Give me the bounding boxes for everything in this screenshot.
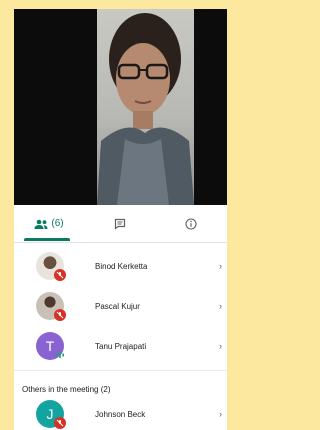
section-divider (14, 370, 227, 371)
participant-row[interactable]: J Johnson Beck › (14, 395, 227, 430)
participant-row[interactable]: Pascal Kujur › (14, 287, 227, 327)
participant-name: Pascal Kujur (95, 302, 140, 311)
participant-row[interactable]: Binod Kerketta › (14, 247, 227, 287)
tab-people[interactable]: (6) (14, 205, 84, 242)
active-tab-indicator (24, 238, 70, 241)
people-count: (6) (51, 218, 64, 229)
participant-name: Johnson Beck (95, 410, 146, 419)
meeting-panel: (6) Binod Kerketta › Pascal Kujur › T Ta… (14, 9, 227, 430)
chevron-right-icon[interactable]: › (219, 409, 222, 419)
mic-off-icon (54, 269, 66, 281)
mic-off-icon (54, 417, 66, 429)
mic-off-icon (54, 309, 66, 321)
others-section-header: Others in the meeting (2) (22, 385, 111, 394)
tab-info[interactable] (156, 205, 226, 242)
participant-row[interactable]: T Tanu Prajapati › (14, 327, 227, 367)
participant-video-feed (97, 9, 194, 205)
speaking-indicator-icon (54, 349, 66, 361)
tab-chat[interactable] (85, 205, 155, 242)
participant-name: Binod Kerketta (95, 262, 148, 271)
chevron-right-icon[interactable]: › (219, 341, 222, 351)
chat-icon (114, 218, 126, 230)
chevron-right-icon[interactable]: › (219, 261, 222, 271)
people-icon (34, 219, 48, 229)
participant-name: Tanu Prajapati (95, 342, 147, 351)
tab-bar: (6) (14, 205, 227, 243)
video-tile[interactable] (14, 9, 227, 205)
chevron-right-icon[interactable]: › (219, 301, 222, 311)
info-icon (185, 217, 197, 230)
person-silhouette (97, 13, 194, 205)
